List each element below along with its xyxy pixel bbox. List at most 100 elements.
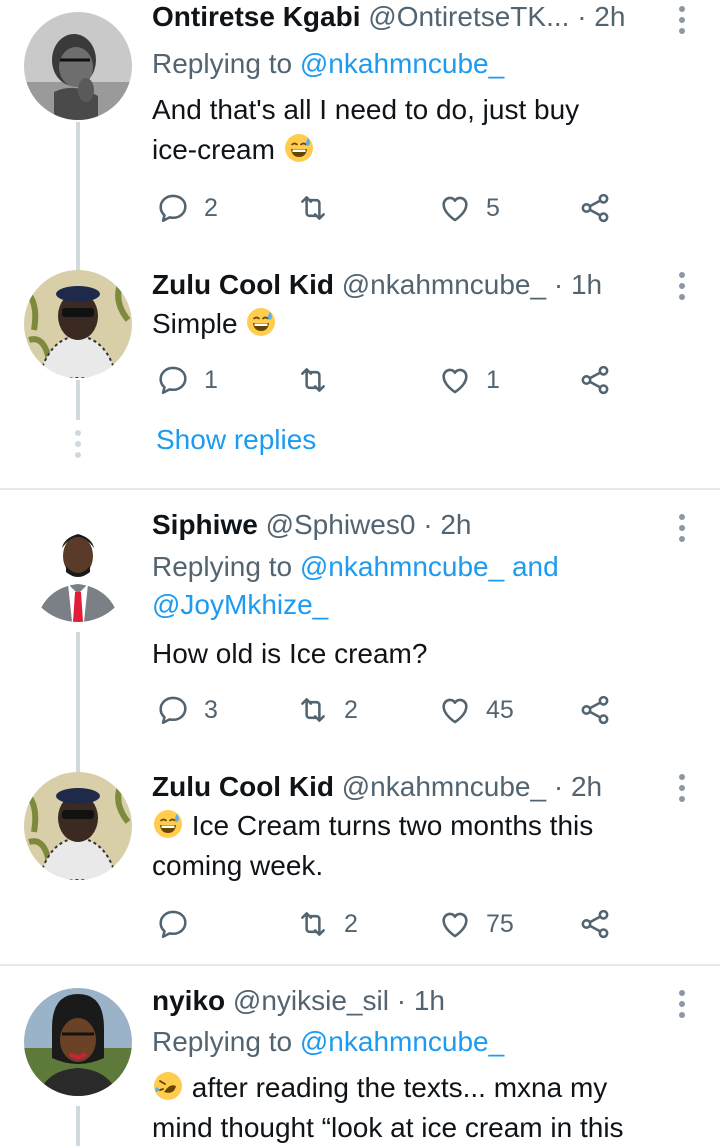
mention-link[interactable]: @nkahmncube_ and: [300, 551, 559, 582]
tweet-text-line: Ice Cream turns two months this: [191, 810, 594, 841]
share-icon: [578, 907, 612, 941]
heart-icon: [438, 191, 472, 225]
retweet-icon: [296, 907, 330, 941]
tweet-header: Siphiwe @Sphiwes0 · 2h: [152, 508, 672, 542]
thread-more-dots: [74, 430, 82, 463]
tweet-text: Ice Cream turns two months this coming w…: [152, 806, 672, 886]
tweet-text-line: How old is Ice cream?: [152, 638, 428, 669]
rofl-emoji: [152, 1070, 184, 1102]
retweet-count: 2: [344, 909, 358, 938]
more-icon[interactable]: [678, 990, 686, 1018]
share-icon: [578, 693, 612, 727]
like-button[interactable]: 75: [438, 904, 514, 944]
mention-link[interactable]: @JoyMkhize_: [152, 587, 692, 623]
tweet[interactable]: Zulu Cool Kid @nkahmncube_ · 2h Ice Crea…: [0, 768, 720, 962]
tweet-actions: 2 75: [152, 904, 632, 944]
display-name[interactable]: Zulu Cool Kid: [152, 771, 334, 802]
like-button[interactable]: 1: [438, 360, 500, 400]
tweet-text: after reading the texts... mxna my mind …: [152, 1068, 712, 1148]
avatar[interactable]: [24, 772, 132, 880]
replying-to: Replying to @nkahmncube_: [152, 46, 692, 82]
retweet-icon: [296, 363, 330, 397]
retweet-icon: [296, 693, 330, 727]
heart-icon: [438, 693, 472, 727]
tweet-text-line: after reading the texts... mxna my: [191, 1072, 608, 1103]
mention-link[interactable]: @nkahmncube_: [300, 1026, 504, 1057]
more-icon[interactable]: [678, 514, 686, 542]
tweet-text-line: ice-cream: [152, 134, 275, 165]
tweet[interactable]: Siphiwe @Sphiwes0 · 2h Replying to @nkah…: [0, 506, 720, 772]
more-icon[interactable]: [678, 6, 686, 34]
avatar[interactable]: [24, 270, 132, 378]
display-name[interactable]: Ontiretse Kgabi: [152, 1, 360, 32]
separator-dot: ·: [423, 509, 433, 540]
tweet-text-line: Simple: [152, 308, 238, 339]
replying-to-label: Replying to: [152, 48, 293, 79]
share-button[interactable]: [578, 188, 612, 228]
mention-link[interactable]: @nkahmncube_: [300, 48, 504, 79]
tweet[interactable]: nyiko @nyiksie_sil · 1h Replying to @nka…: [0, 982, 720, 1146]
divider: [0, 488, 720, 490]
share-button[interactable]: [578, 904, 612, 944]
share-button[interactable]: [578, 690, 612, 730]
grinning-sweat-emoji: [245, 306, 277, 338]
show-replies-link[interactable]: Show replies: [156, 424, 316, 456]
more-icon[interactable]: [678, 272, 686, 300]
replying-to-label: Replying to: [152, 1026, 293, 1057]
timestamp[interactable]: 1h: [414, 985, 445, 1016]
display-name[interactable]: nyiko: [152, 985, 225, 1016]
thread-line: [76, 1106, 80, 1146]
thread-line: [76, 250, 80, 270]
tweet-header: Zulu Cool Kid @nkahmncube_ · 2h: [152, 770, 672, 804]
reply-count: 3: [204, 695, 218, 724]
user-handle[interactable]: @nyiksie_sil: [233, 985, 389, 1016]
heart-icon: [438, 363, 472, 397]
like-count: 75: [486, 909, 514, 938]
retweet-button[interactable]: [296, 188, 344, 228]
like-count: 45: [486, 695, 514, 724]
tweet[interactable]: Zulu Cool Kid @nkahmncube_ · 1h Simple 1…: [0, 250, 720, 488]
timestamp[interactable]: 1h: [571, 269, 602, 300]
timestamp[interactable]: 2h: [440, 509, 471, 540]
like-count: 5: [486, 193, 500, 222]
user-handle[interactable]: @nkahmncube_: [342, 269, 546, 300]
tweet-header: nyiko @nyiksie_sil · 1h: [152, 984, 672, 1018]
tweet-text: How old is Ice cream?: [152, 634, 672, 674]
share-icon: [578, 191, 612, 225]
like-button[interactable]: 5: [438, 188, 500, 228]
reply-button[interactable]: [156, 904, 204, 944]
thread-line: [76, 122, 80, 262]
avatar[interactable]: [24, 514, 132, 622]
tweet-text: And that's all I need to do, just buy ic…: [152, 90, 672, 170]
grinning-sweat-emoji: [283, 132, 315, 164]
avatar[interactable]: [24, 12, 132, 120]
share-button[interactable]: [578, 360, 612, 400]
tweet-text: Simple: [152, 304, 672, 344]
user-handle[interactable]: @Sphiwes0: [266, 509, 416, 540]
user-handle[interactable]: @OntiretseTK...: [368, 1, 569, 32]
retweet-button[interactable]: 2: [296, 904, 358, 944]
retweet-button[interactable]: [296, 360, 344, 400]
user-handle[interactable]: @nkahmncube_: [342, 771, 546, 802]
tweet-actions: 3 2 45: [152, 690, 632, 730]
reply-button[interactable]: 3: [156, 690, 218, 730]
separator-dot: ·: [396, 985, 407, 1016]
timestamp[interactable]: 2h: [571, 771, 602, 802]
tweet-text-line: And that's all I need to do, just buy: [152, 94, 580, 125]
tweet[interactable]: Ontiretse Kgabi @OntiretseTK... · 2h Rep…: [0, 0, 720, 262]
display-name[interactable]: Siphiwe: [152, 509, 258, 540]
retweet-button[interactable]: 2: [296, 690, 358, 730]
like-count: 1: [486, 365, 500, 394]
thread-line: [76, 632, 80, 772]
like-button[interactable]: 45: [438, 690, 514, 730]
timestamp[interactable]: 2h: [594, 1, 625, 32]
reply-icon: [156, 907, 190, 941]
reply-button[interactable]: 1: [156, 360, 218, 400]
display-name[interactable]: Zulu Cool Kid: [152, 269, 334, 300]
heart-icon: [438, 907, 472, 941]
tweet-actions: 2 5: [152, 188, 632, 228]
avatar[interactable]: [24, 988, 132, 1096]
reply-button[interactable]: 2: [156, 188, 218, 228]
more-icon[interactable]: [678, 774, 686, 802]
reply-icon: [156, 693, 190, 727]
